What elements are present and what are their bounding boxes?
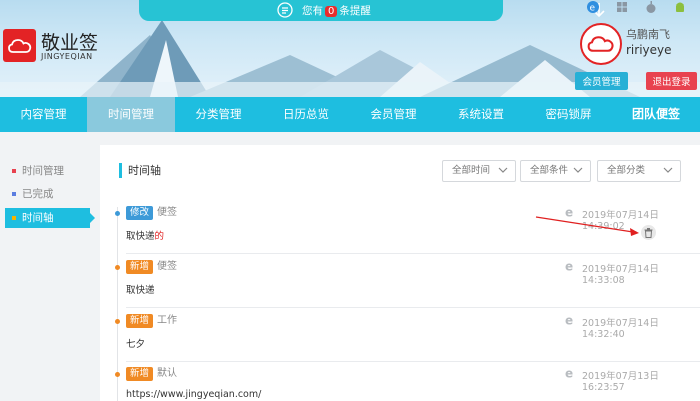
- nav-calendar-overview[interactable]: 日历总览: [262, 97, 350, 132]
- nav-team-notes[interactable]: 团队便签: [612, 97, 700, 132]
- filter-condition-select[interactable]: 全部条件: [520, 160, 591, 182]
- ie-icon[interactable]: e: [586, 0, 600, 14]
- windows-icon[interactable]: [615, 0, 629, 14]
- entry-divider: [126, 253, 700, 254]
- ie-icon: e: [565, 260, 573, 272]
- entry-category: 便签: [157, 261, 177, 272]
- svg-text:e: e: [565, 367, 573, 379]
- sidebar-dot: [12, 216, 16, 220]
- delete-button[interactable]: [641, 225, 656, 240]
- ie-icon: e: [565, 314, 573, 326]
- entry-content-text: 取快递: [126, 231, 155, 242]
- brand-logo[interactable]: [3, 29, 36, 62]
- entry-divider: [126, 307, 700, 308]
- trash-icon: [644, 227, 653, 238]
- entry-time: 2019年07月13日 16:23:57: [582, 371, 659, 393]
- action-tag: 新增: [126, 367, 154, 381]
- ie-icon: e: [565, 367, 573, 379]
- reminder-suffix: 条提醒: [339, 5, 371, 17]
- apple-icon[interactable]: [644, 0, 658, 14]
- entry-category: 便签: [157, 207, 177, 218]
- entry-content-changed: 的: [154, 231, 165, 242]
- reminder-bar[interactable]: 您有 0 条提醒: [139, 0, 605, 21]
- entry-content-text: 七夕: [126, 339, 146, 350]
- entry-divider: [126, 361, 700, 362]
- svg-text:e: e: [590, 4, 596, 14]
- reminder-count: 0: [325, 6, 338, 17]
- entry-content: 七夕: [126, 336, 145, 350]
- member-management-button[interactable]: 会员管理: [575, 72, 628, 90]
- action-tag: 新增: [126, 260, 154, 274]
- nav-content-management[interactable]: 内容管理: [0, 97, 87, 132]
- user-name: 乌鹏南飞: [626, 28, 670, 41]
- filter-time-select[interactable]: 全部时间: [442, 160, 516, 182]
- entry-time: 2019年07月14日 14:32:40: [582, 318, 659, 340]
- entry-category: 工作: [157, 315, 177, 326]
- sidebar-dot: [12, 169, 16, 173]
- entry-content: 取快递的: [126, 228, 164, 242]
- filter-label: 全部时间: [452, 165, 491, 176]
- entry-time: 2019年07月14日 14:33:08: [582, 264, 659, 286]
- main-nav: 内容管理 时间管理 分类管理 日历总览 会员管理 系统设置 密码锁屏 团队便签: [0, 97, 700, 132]
- sidebar-item-timeline[interactable]: 时间轴: [5, 208, 95, 228]
- avatar[interactable]: [580, 23, 622, 65]
- chevron-down-icon: [573, 167, 583, 173]
- logout-button[interactable]: 退出登录: [646, 72, 697, 90]
- chevron-down-icon: [498, 167, 508, 173]
- android-icon[interactable]: [673, 0, 687, 14]
- sidebar-item-label: 时间轴: [22, 212, 54, 224]
- sidebar-item-label: 已完成: [22, 188, 54, 200]
- brand-subtitle: JINGYEQIAN: [41, 52, 93, 61]
- entry-content-text: https://www.jingyeqian.com/: [126, 389, 262, 400]
- timeline-dot: [115, 211, 120, 216]
- sidebar: 时间管理 已完成 时间轴: [0, 132, 100, 401]
- nav-category-management[interactable]: 分类管理: [175, 97, 262, 132]
- svg-text:e: e: [565, 260, 573, 272]
- entry-content-text: 取快递: [126, 285, 155, 296]
- sidebar-dot: [12, 192, 16, 196]
- svg-text:e: e: [565, 314, 573, 326]
- sidebar-item-label: 时间管理: [22, 165, 64, 177]
- timeline-dot: [115, 265, 120, 270]
- platform-icons: e: [586, 0, 687, 14]
- filter-category-select[interactable]: 全部分类: [597, 160, 681, 182]
- user-id: ririyeye: [626, 43, 672, 57]
- entry-category: 默认: [157, 368, 177, 379]
- cloud-logo-icon: [7, 38, 31, 53]
- page-title: 时间轴: [119, 163, 161, 178]
- main-panel: 时间轴 全部时间 全部条件 全部分类 修改 便签 取快递的 e 2019年07月…: [100, 145, 700, 401]
- timeline-dot: [115, 319, 120, 324]
- sidebar-item-time-management[interactable]: 时间管理: [5, 161, 90, 181]
- timeline-dot: [115, 372, 120, 377]
- reminder-prefix: 您有: [302, 5, 323, 17]
- action-tag: 新增: [126, 314, 154, 328]
- entry-content: https://www.jingyeqian.com/: [126, 389, 261, 400]
- nav-time-management[interactable]: 时间管理: [87, 97, 175, 132]
- nav-member-management[interactable]: 会员管理: [350, 97, 437, 132]
- filter-label: 全部分类: [607, 165, 646, 176]
- brand-name: 敬业签: [41, 32, 99, 54]
- cloud-avatar-icon: [587, 36, 614, 52]
- nav-password-lock[interactable]: 密码锁屏: [525, 97, 612, 132]
- chevron-down-icon: [663, 167, 673, 173]
- ie-icon: e: [565, 206, 573, 218]
- bell-icon: [277, 2, 293, 18]
- sidebar-item-completed[interactable]: 已完成: [5, 184, 90, 204]
- nav-system-settings[interactable]: 系统设置: [437, 97, 525, 132]
- action-tag: 修改: [126, 206, 154, 220]
- header: 敬业签 JINGYEQIAN 您有 0 条提醒 e 乌鹏南飞 ririyeye …: [0, 0, 700, 97]
- entry-content: 取快递: [126, 282, 155, 296]
- reminder-text: 您有 0 条提醒: [302, 3, 371, 18]
- filter-label: 全部条件: [530, 165, 569, 176]
- svg-text:e: e: [565, 206, 573, 218]
